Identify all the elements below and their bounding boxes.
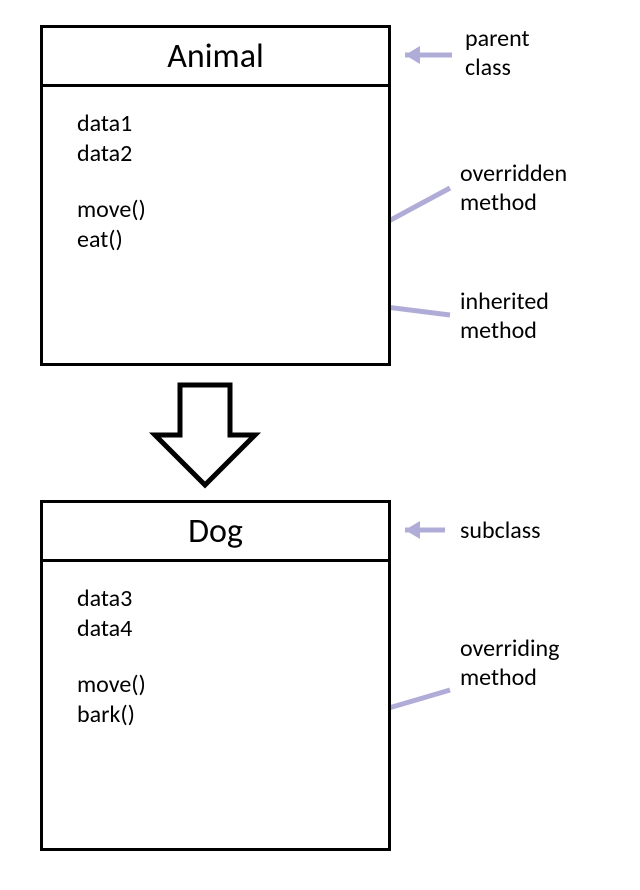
label-overridden-method: overridden method [460,160,567,218]
inheritance-arrow [155,385,255,485]
text: class [465,53,511,82]
parent-field: data2 [77,139,354,169]
label-subclass: subclass [460,517,541,546]
child-class-title: Dog [43,503,388,562]
parent-method: eat() [77,225,354,255]
text: overridden [460,159,567,188]
text: overriding [460,634,559,663]
child-method: bark() [77,700,354,730]
arrow-parent-class [405,46,452,64]
parent-class-title: Animal [43,28,388,87]
parent-method: move() [77,195,354,225]
child-class-box: Dog data3 data4 move() bark() [40,500,391,851]
label-parent-class: parent class [465,25,530,83]
text: parent [465,24,530,53]
parent-class-body: data1 data2 move() eat() [43,87,388,265]
arrow-subclass [405,521,445,539]
child-field: data4 [77,614,354,644]
label-inherited-method: inherited method [460,288,549,346]
text: method [460,663,537,692]
child-class-body: data3 data4 move() bark() [43,562,388,740]
label-overriding-method: overriding method [460,635,559,693]
parent-field: data1 [77,109,354,139]
child-field: data3 [77,584,354,614]
child-method: move() [77,670,354,700]
parent-class-box: Animal data1 data2 move() eat() [40,25,391,366]
text: inherited [460,287,549,316]
text: subclass [460,516,541,545]
text: method [460,316,537,345]
text: method [460,188,537,217]
